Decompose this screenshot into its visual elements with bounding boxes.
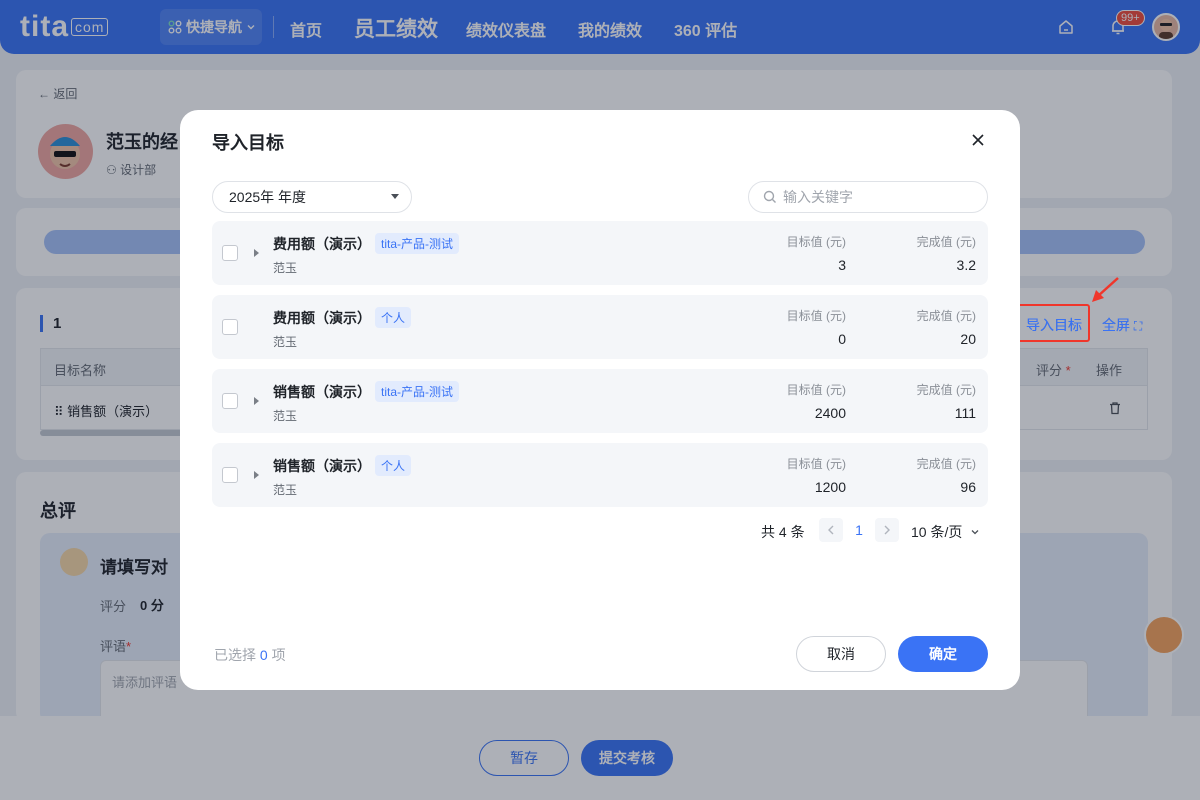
target-value: 2400 xyxy=(814,405,846,421)
pager-current-page[interactable]: 1 xyxy=(849,522,869,538)
goal-checkbox[interactable] xyxy=(222,393,238,409)
done-value-label: 完成值 (元) xyxy=(916,309,976,323)
selected-prefix: 已选择 xyxy=(214,647,256,663)
pager-prev-icon[interactable] xyxy=(819,518,843,542)
target-value: 1200 xyxy=(814,479,846,495)
caret-down-icon xyxy=(391,194,399,199)
goal-tag: tita-产品-测试 xyxy=(375,233,460,254)
goal-tag: 个人 xyxy=(375,455,412,476)
done-value: 96 xyxy=(960,479,976,495)
goal-name: 销售额（演示） xyxy=(273,458,371,474)
target-value: 0 xyxy=(838,331,846,347)
goal-name: 费用额（演示） xyxy=(273,310,371,326)
goal-owner: 范玉 xyxy=(273,261,298,275)
target-value-label: 目标值 (元) xyxy=(786,457,846,471)
goal-row[interactable]: 费用额（演示） 个人 范玉 目标值 (元) 0 完成值 (元) 20 xyxy=(212,295,988,359)
year-select[interactable]: 2025年 年度 xyxy=(212,181,412,213)
selected-count-info: 已选择 0 项 xyxy=(214,645,286,665)
target-value-label: 目标值 (元) xyxy=(786,383,846,397)
goal-checkbox[interactable] xyxy=(222,467,238,483)
goal-row[interactable]: 销售额（演示） tita-产品-测试 范玉 目标值 (元) 2400 完成值 (… xyxy=(212,369,988,433)
fullscreen-button-highlighted[interactable]: 全屏 ⛶ xyxy=(1102,315,1142,335)
done-value-label: 完成值 (元) xyxy=(916,383,976,397)
import-goal-button-highlighted[interactable]: 导入目标 xyxy=(1026,315,1082,335)
pager-total: 共 4 条 xyxy=(761,524,805,540)
target-value-label: 目标值 (元) xyxy=(786,309,846,323)
goal-name: 费用额（演示） xyxy=(273,236,371,252)
import-goal-modal: 导入目标 2025年 年度 费用额（演示） tita-产品-测试 范玉 目标值 … xyxy=(180,110,1020,690)
pager-next-icon[interactable] xyxy=(875,518,899,542)
done-value: 3.2 xyxy=(956,257,976,273)
expand-caret-icon[interactable] xyxy=(254,471,259,479)
goal-checkbox[interactable] xyxy=(222,245,238,261)
selected-count: 0 xyxy=(259,647,268,663)
goal-owner: 范玉 xyxy=(273,483,298,497)
selected-suffix: 项 xyxy=(271,647,286,663)
done-value: 111 xyxy=(954,405,976,421)
goal-owner: 范玉 xyxy=(273,335,298,349)
done-value-label: 完成值 (元) xyxy=(916,235,976,249)
goal-checkbox[interactable] xyxy=(222,319,238,335)
done-value-label: 完成值 (元) xyxy=(916,457,976,471)
pager-size-select[interactable]: 10 条/页 xyxy=(911,522,980,542)
search-input[interactable] xyxy=(783,189,973,205)
pager-size-value: 10 条/页 xyxy=(911,524,963,540)
annotation-arrow-icon xyxy=(1092,277,1119,302)
goal-row[interactable]: 费用额（演示） tita-产品-测试 范玉 目标值 (元) 3 完成值 (元) … xyxy=(212,221,988,285)
goal-name: 销售额（演示） xyxy=(273,384,371,400)
fullscreen-label-highlighted: 全屏 xyxy=(1102,317,1130,333)
expand-caret-icon[interactable] xyxy=(254,397,259,405)
expand-caret-icon[interactable] xyxy=(254,249,259,257)
goal-owner: 范玉 xyxy=(273,409,298,423)
target-value-label: 目标值 (元) xyxy=(786,235,846,249)
expand-icon-highlighted: ⛶ xyxy=(1133,319,1143,333)
chevron-down-icon xyxy=(971,530,979,535)
search-icon xyxy=(763,190,776,203)
goal-row[interactable]: 销售额（演示） 个人 范玉 目标值 (元) 1200 完成值 (元) 96 xyxy=(212,443,988,507)
search-box[interactable] xyxy=(748,181,988,213)
cancel-button[interactable]: 取消 xyxy=(796,636,886,672)
close-icon[interactable] xyxy=(966,128,990,152)
year-select-value: 2025年 年度 xyxy=(229,189,307,205)
target-value: 3 xyxy=(838,257,846,273)
confirm-button[interactable]: 确定 xyxy=(898,636,988,672)
done-value: 20 xyxy=(960,331,976,347)
goal-tag: 个人 xyxy=(375,307,412,328)
modal-title: 导入目标 xyxy=(212,133,284,153)
goal-tag: tita-产品-测试 xyxy=(375,381,460,402)
